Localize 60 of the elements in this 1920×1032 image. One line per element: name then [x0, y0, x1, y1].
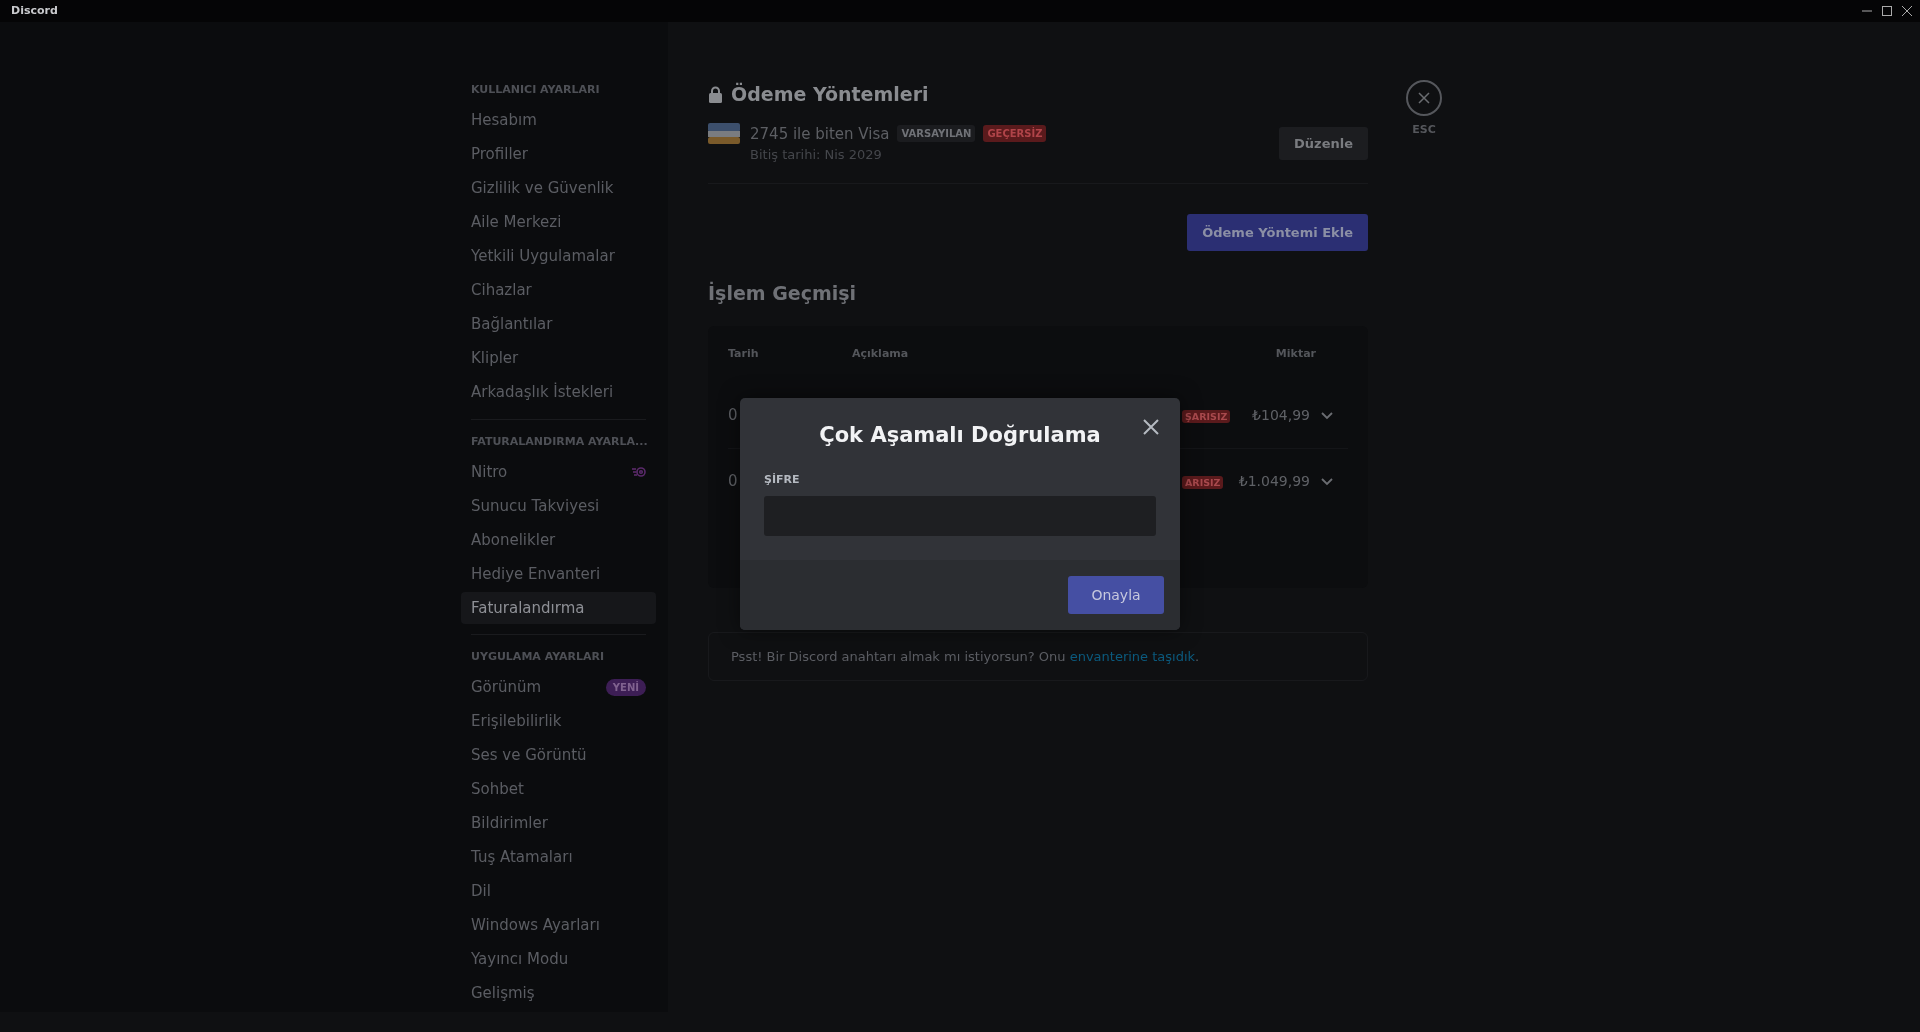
close-icon: [1142, 418, 1160, 436]
section-header: KULLANICI AYARLARI: [470, 82, 601, 98]
sidebar-item[interactable]: Yayıncı Modu: [461, 943, 656, 976]
add-payment-button[interactable]: Ödeme Yöntemi Ekle: [1187, 213, 1368, 251]
sidebar-item[interactable]: Cihazlar: [461, 274, 656, 307]
notice-text: Psst! Bir Discord anahtarı almak mı istiyorsun? Onu envanterine taşıdık.: [708, 631, 1368, 681]
status-badge: ARISIZ: [1182, 475, 1224, 489]
lock-icon: [708, 85, 723, 103]
chevron-icon[interactable]: [1320, 409, 1334, 422]
sidebar-item[interactable]: Yetkili Uygulamalar: [461, 240, 656, 273]
sidebar-item[interactable]: Ses ve Görüntü: [461, 739, 656, 772]
card-name: 2745 ile biten Visa: [750, 123, 890, 145]
nitro-icon: [631, 466, 646, 478]
column-header: Tarih: [728, 346, 760, 363]
date-cell-text: 0: [728, 405, 738, 427]
maximize-icon[interactable]: [1880, 4, 1894, 18]
card-icon: [708, 122, 740, 144]
section-title: Ödeme Yöntemleri: [731, 81, 929, 107]
field-label: ŞİFRE: [764, 471, 801, 488]
sidebar-item[interactable]: Dil: [461, 875, 656, 908]
sidebar-item[interactable]: Faturalandırma: [461, 592, 656, 624]
sidebar-item[interactable]: Windows Ayarları: [461, 909, 656, 942]
app-title: Discord: [11, 2, 58, 19]
card-expiry: Bitiş tarihi: Nis 2029: [750, 146, 883, 164]
sidebar-item[interactable]: Abonelikler: [461, 524, 656, 556]
amount-cell-text: ₺1.049,99: [1238, 471, 1310, 491]
amount-cell-text: ₺104,99: [1251, 406, 1310, 425]
sidebar-item[interactable]: Erişilebilirlik: [461, 705, 656, 738]
card-tag: GEÇERSİZ: [983, 125, 1047, 143]
close-icon: [1417, 91, 1431, 105]
confirm-button[interactable]: Onayla: [1068, 576, 1164, 614]
edit-button[interactable]: Düzenle: [1279, 126, 1368, 160]
sidebar-item[interactable]: Gizlilik ve Güvenlik: [461, 172, 656, 205]
close-button[interactable]: [1142, 418, 1160, 436]
sidebar-item[interactable]: Sunucu Takviyesi: [461, 490, 656, 522]
sidebar-item[interactable]: Tuş Atamaları: [461, 841, 656, 874]
sidebar-item[interactable]: Hesabım: [461, 104, 656, 137]
sidebar-item[interactable]: Nitro: [461, 456, 656, 488]
dialog-title: Çok Aşamalı Doğrulama: [818, 422, 1102, 449]
section-title: İşlem Geçmişi: [708, 280, 858, 306]
new-badge: YENİ: [605, 679, 646, 696]
close-icon[interactable]: [1900, 4, 1914, 18]
date-cell-text: 0: [728, 470, 738, 492]
column-header: Miktar: [1275, 346, 1316, 363]
column-header: Açıklama: [852, 346, 910, 363]
status-badge: ŞARISIZ: [1182, 410, 1231, 424]
sidebar-item[interactable]: Klipler: [461, 342, 656, 375]
sidebar-item[interactable]: Profiller: [461, 138, 656, 171]
sidebar-item[interactable]: Bağlantılar: [461, 308, 656, 341]
sidebar-item[interactable]: Aile Merkezi: [461, 206, 656, 239]
sidebar-item[interactable]: Hediye Envanteri: [461, 558, 656, 590]
sidebar-item[interactable]: Gelişmiş: [461, 977, 656, 1010]
section-header: UYGULAMA AYARLARI: [470, 649, 606, 665]
card-tag: VARSAYILAN: [897, 125, 976, 143]
section-header: FATURALANDIRMA AYARLA...: [470, 433, 649, 450]
sidebar-item[interactable]: Görünüm YENİ: [461, 671, 656, 704]
esc-label: ESC: [1412, 122, 1436, 138]
sidebar-item[interactable]: Arkadaşlık İstekleri: [461, 376, 656, 409]
sidebar-item[interactable]: Bildirimler: [461, 807, 656, 840]
sidebar-item[interactable]: Sohbet: [461, 773, 656, 806]
